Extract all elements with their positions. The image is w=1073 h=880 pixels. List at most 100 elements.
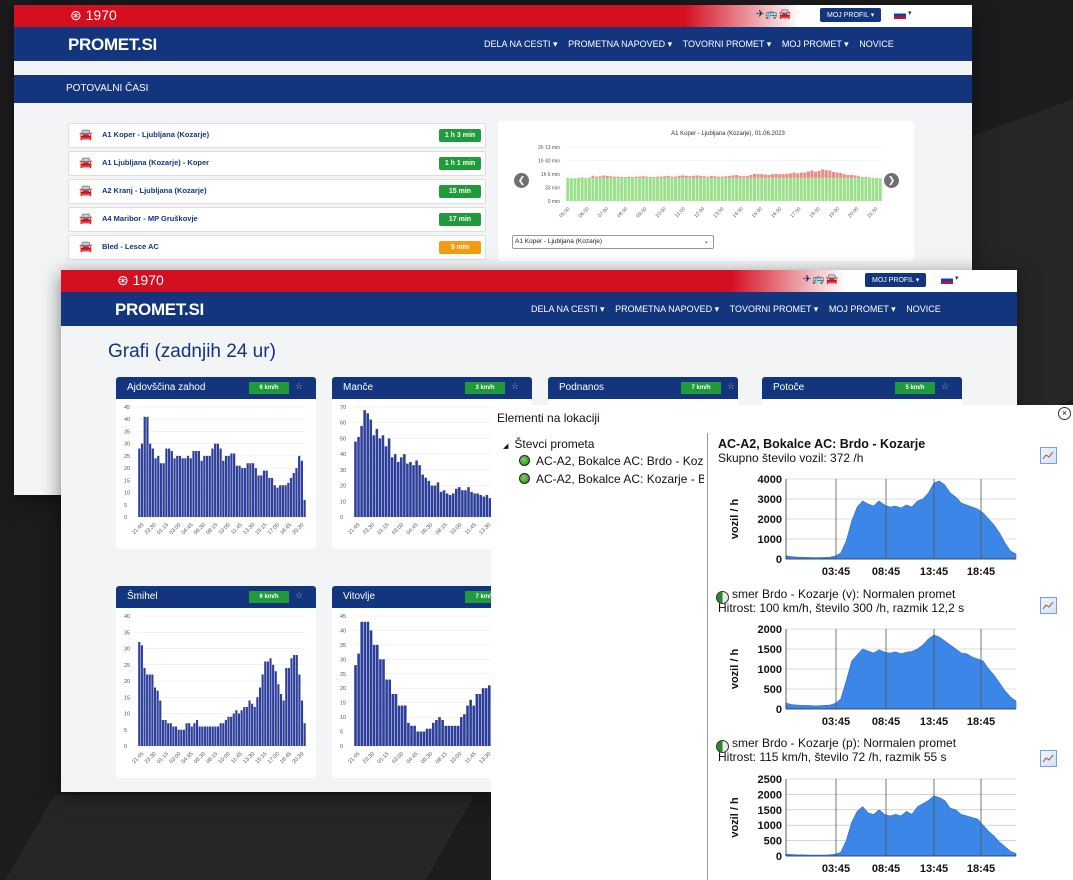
star-icon[interactable]: ☆ [727, 381, 735, 392]
star-icon[interactable]: ☆ [295, 381, 303, 392]
bar-excess [753, 173, 757, 178]
bar [178, 455, 182, 517]
bar [478, 694, 482, 746]
bar [211, 448, 214, 517]
y-tick-label: 60 [340, 421, 346, 427]
bar [174, 726, 178, 746]
bar [702, 177, 706, 201]
bar [298, 674, 301, 746]
chart-icon[interactable] [1040, 447, 1057, 464]
bar-excess [788, 173, 792, 178]
route-row[interactable]: 🚘 Bled - Lesce AC 5 min [68, 235, 486, 260]
bar [485, 495, 489, 517]
y-tick-label: 35 [340, 643, 346, 649]
logo[interactable]: PROMET.SI [115, 300, 204, 320]
bar [222, 723, 225, 746]
slovenia-flag-icon[interactable] [941, 276, 953, 284]
nav-novice[interactable]: NOVICE [859, 39, 894, 49]
x-tick-label: 23:30 [362, 751, 376, 765]
language-dropdown[interactable]: ▾ [908, 9, 912, 17]
bar [421, 474, 424, 517]
traffic-chart: vozil / h 4000 3000 2000 1000 0 03:45 08:45 13:4… [729, 474, 1017, 578]
collapse-triangle-icon[interactable]: ◢ [503, 443, 508, 450]
x-tick-label: 21:45 [131, 751, 145, 765]
bar [216, 726, 220, 746]
bar [261, 674, 264, 746]
bar-excess [616, 176, 620, 178]
star-icon[interactable]: ☆ [511, 381, 519, 392]
nav-moj-promet[interactable]: MOJ PROMET ▾ [829, 304, 896, 314]
x-tick-label: 11:00 [674, 206, 687, 219]
bar [763, 177, 767, 201]
bar [587, 177, 591, 201]
y-tick-label: 20 [340, 484, 346, 490]
nav-dela-na-cesti[interactable]: DELA NA CESTI ▾ [531, 304, 605, 314]
tree-leaf[interactable]: AC-A2, Bokalce AC: Brdo - Kozarje [519, 454, 704, 468]
nav-novice[interactable]: NOVICE [906, 304, 941, 314]
route-row[interactable]: 🚘 A4 Maribor - MP Gruškovje 17 min [68, 207, 486, 232]
chart-icon[interactable] [1040, 750, 1057, 767]
y-tick-label: 10 [124, 491, 130, 497]
chart-icon[interactable] [1040, 597, 1057, 614]
y-tick-label: 30 [124, 442, 130, 448]
tree-leaf[interactable]: AC-A2, Bokalce AC: Kozarje - Brdo [519, 472, 704, 486]
slovenia-flag-icon[interactable] [894, 11, 906, 19]
transport-icons[interactable]: ✈🚌🚘 [756, 9, 792, 20]
bar [828, 177, 832, 201]
route-row[interactable]: 🚘 A1 Koper - Ljubljana (Kozarje) 1 h 3 m… [68, 123, 486, 148]
x-tick-label: 13:00 [712, 206, 725, 219]
close-icon[interactable]: × [1058, 407, 1071, 420]
phone-number[interactable]: ⊛ 1970 [117, 272, 164, 289]
profile-button[interactable]: MOJ PROFIL ▾ [865, 273, 927, 287]
bar [201, 726, 204, 746]
sensor-card[interactable]: Ajdovščina zahod 6 km/h ☆ 45 40 35 30 25 20 15… [116, 377, 316, 549]
y-tick-label: 40 [124, 614, 130, 620]
nav-tovorni-promet[interactable]: TOVORNI PROMET ▾ [683, 39, 772, 49]
bar [292, 473, 295, 517]
bar-excess [595, 176, 599, 178]
language-dropdown[interactable]: ▾ [955, 274, 959, 282]
bar-excess [609, 176, 613, 178]
counter-summary: AC-A2, Bokalce AC: Brdo - Kozarje Skupno… [718, 437, 925, 465]
bar-excess [630, 177, 634, 178]
chevron-right-icon[interactable]: ❯ [884, 173, 899, 188]
top-bar: ⊛ 1970 ✈🚌🚘 MOJ PROFIL ▾ ▾ [61, 270, 1017, 292]
nav-tovorni-promet[interactable]: TOVORNI PROMET ▾ [730, 304, 819, 314]
route-row[interactable]: 🚘 A1 Ljubljana (Kozarje) - Koper 1 h 1 m… [68, 151, 486, 176]
tree-node[interactable]: ◢ Števci prometa [503, 437, 594, 451]
star-icon[interactable]: ☆ [295, 590, 303, 601]
bar [289, 477, 293, 517]
bar [354, 441, 357, 517]
nav-prometna-napoved[interactable]: PROMETNA NAPOVED ▾ [615, 304, 719, 314]
nav-prometna-napoved[interactable]: PROMETNA NAPOVED ▾ [568, 39, 672, 49]
y-tick-label: 30 [340, 657, 346, 663]
x-tick-label: 18:45 [967, 566, 995, 578]
bar [284, 485, 287, 517]
nav-moj-promet[interactable]: MOJ PROMET ▾ [782, 39, 849, 49]
bar-excess [702, 176, 706, 178]
bar [385, 679, 388, 746]
bar [169, 723, 172, 746]
section-title: POTOVALNI ČASI [14, 75, 972, 103]
bar-excess [652, 177, 656, 178]
nav-dela-na-cesti[interactable]: DELA NA CESTI ▾ [484, 39, 558, 49]
star-icon[interactable]: ☆ [941, 381, 949, 392]
x-tick-label: 13:45 [920, 566, 948, 578]
bar-excess [612, 176, 616, 178]
route-row[interactable]: 🚘 A2 Kranj - Ljubljana (Kozarje) 15 min [68, 179, 486, 204]
transport-icons[interactable]: ✈🚌🚘 [803, 274, 839, 285]
profile-button[interactable]: MOJ PROFIL ▾ [820, 8, 882, 22]
route-select[interactable]: A1 Koper - Ljubljana (Kozarje) ⌄ [512, 235, 714, 249]
chevron-left-icon[interactable]: ❮ [514, 173, 529, 188]
y-tick-label: 1000 [758, 820, 782, 832]
phone-number[interactable]: ⊛ 1970 [70, 7, 117, 24]
main-navbar: PROMET.SI DELA NA CESTI ▾ PROMETNA NAPOV… [14, 27, 972, 61]
x-tick-label: 03:00 [391, 751, 405, 765]
sensor-card[interactable]: Šmihel 6 km/h ☆ 40 35 30 25 20 15 10 5 0 21:45 23:… [116, 586, 316, 778]
bar [270, 477, 274, 517]
logo[interactable]: PROMET.SI [68, 35, 157, 55]
bar-excess [591, 175, 595, 178]
bar [222, 460, 225, 517]
bar [268, 477, 271, 517]
bar [767, 177, 771, 201]
